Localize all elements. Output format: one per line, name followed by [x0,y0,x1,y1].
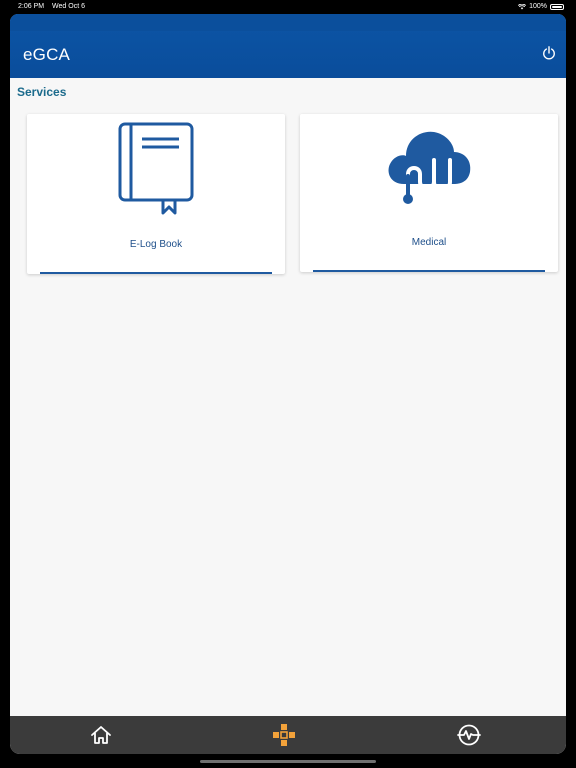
services-icon[interactable] [272,723,296,747]
service-card-medical[interactable]: Medical [300,114,558,272]
book-icon [118,122,194,215]
home-indicator [200,760,376,763]
service-label-medical: Medical [411,237,447,248]
status-time: 2:06 PM [18,3,45,10]
bottom-tab-bar [10,716,566,754]
service-label-elogbook: E-Log Book [129,239,183,250]
power-icon[interactable] [542,46,556,60]
activity-history-icon[interactable] [457,723,481,747]
app-header: eGCA [10,14,566,78]
services-title: Services [17,85,67,99]
home-icon[interactable] [89,723,113,747]
app-window: eGCA Services E-Log Book Medical [10,14,566,754]
cloud-stethoscope-icon [388,131,471,204]
wifi-icon [518,4,527,10]
service-card-elogbook[interactable]: E-Log Book [27,114,285,274]
battery-percent: 100% [529,3,547,10]
header-top-band [10,14,566,31]
status-right: 100% [518,0,564,14]
card-accent-bar [40,272,272,274]
status-bar: 2:06 PM Wed Oct 6 100% [0,0,576,14]
app-title: eGCA [23,45,71,64]
battery-icon [550,4,564,10]
card-accent-bar [313,270,545,272]
status-date: Wed Oct 6 [52,3,85,10]
status-left: 2:06 PM Wed Oct 6 [18,0,91,14]
